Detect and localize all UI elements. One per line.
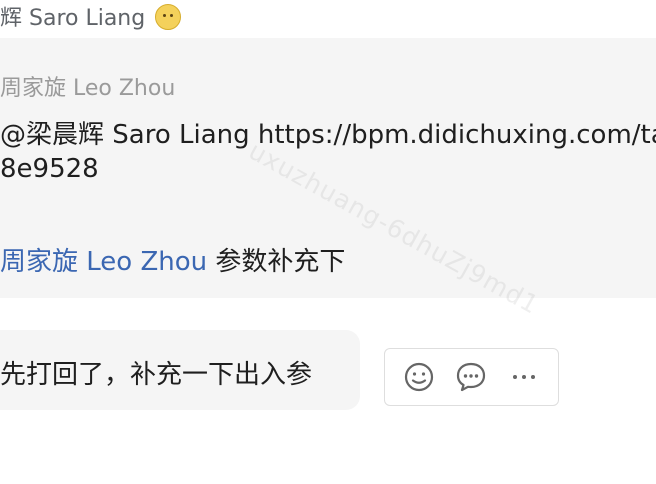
mention-link[interactable]: 周家旋 Leo Zhou	[0, 247, 207, 277]
reaction-author-row: 辉 Saro Liang	[0, 0, 182, 32]
quoted-author-name: 周家旋 Leo Zhou	[0, 76, 176, 101]
reaction-author-name: 辉 Saro Liang	[0, 6, 146, 31]
emoji-reaction-button[interactable]	[397, 355, 441, 399]
quoted-message-suffix: 参数补充下	[207, 247, 346, 277]
chat-view: 辉 Saro Liang 周家旋 Leo Zhou @梁晨辉 Saro Lian…	[0, 0, 656, 484]
quoted-message-line-1[interactable]: @梁晨辉 Saro Liang https://bpm.didichuxing.…	[0, 114, 656, 151]
speech-bubble-icon	[457, 362, 486, 392]
reply-button[interactable]	[449, 355, 493, 399]
reply-message-text: 先打回了，补充一下出入参	[0, 360, 313, 390]
smile-icon	[405, 362, 434, 392]
quoted-message-line-4: 周家旋 Leo Zhou 参数补充下	[0, 241, 345, 278]
more-horizontal-icon	[512, 375, 535, 379]
message-action-bar	[384, 348, 559, 406]
duck-sticker-icon[interactable]	[155, 4, 182, 30]
quoted-message-line-2: 8e9528	[0, 154, 99, 184]
more-actions-button[interactable]	[502, 355, 546, 399]
